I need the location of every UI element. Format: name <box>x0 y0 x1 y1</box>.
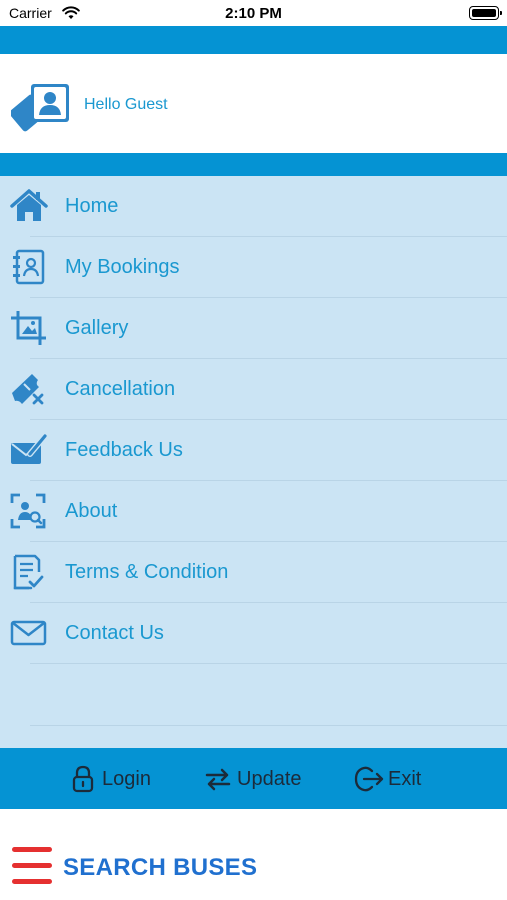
exit-label: Exit <box>388 768 422 790</box>
greeting-text: Hello Guest <box>84 96 168 113</box>
gallery-icon <box>10 310 48 346</box>
menu-item-about[interactable]: About <box>0 481 507 542</box>
swap-arrows-icon <box>205 768 231 791</box>
menu-item-cancellation[interactable]: Cancellation <box>0 359 507 420</box>
about-icon <box>10 493 48 529</box>
search-buses-title[interactable]: SEARCH BUSES <box>63 854 257 882</box>
search-section: SEARCH BUSES <box>0 809 507 900</box>
login-label: Login <box>102 768 151 790</box>
exit-icon <box>354 766 384 792</box>
status-bar: Carrier 2:10 PM <box>0 0 507 26</box>
profile-header: Hello Guest <box>0 54 507 153</box>
menu-item-label: Cancellation <box>65 378 176 400</box>
menu-separator <box>30 663 507 664</box>
menu-item-label: Gallery <box>65 317 129 339</box>
lock-icon <box>72 765 94 793</box>
menu-item-label: Terms & Condition <box>65 561 229 583</box>
menu-item-label: Contact Us <box>65 622 164 644</box>
bookings-icon <box>10 249 48 285</box>
battery-icon <box>469 6 502 20</box>
menu-item-label: Home <box>65 195 119 217</box>
menu-item-label: About <box>65 500 118 522</box>
menu-item-label: Feedback Us <box>65 439 183 461</box>
hamburger-icon[interactable] <box>12 847 52 885</box>
mail-icon <box>10 615 48 651</box>
menu-item-home[interactable]: Home <box>0 176 507 237</box>
update-button[interactable]: Update <box>204 765 310 793</box>
menu-item-my-bookings[interactable]: My Bookings <box>0 237 507 298</box>
home-icon <box>10 188 48 224</box>
menu-item-label: My Bookings <box>65 256 180 278</box>
exit-button[interactable]: Exit <box>354 765 430 793</box>
menu-item-contact-us[interactable]: Contact Us <box>0 603 507 664</box>
header-bar <box>0 26 507 54</box>
terms-icon <box>10 554 48 590</box>
feedback-icon <box>10 432 48 468</box>
clock: 2:10 PM <box>225 5 282 22</box>
menu-item-feedback-us[interactable]: Feedback Us <box>0 420 507 481</box>
cancel-ticket-icon <box>10 371 48 407</box>
update-label: Update <box>237 768 302 790</box>
profile-divider-bar <box>0 153 507 176</box>
bottom-action-bar: Login Update Exit <box>0 748 507 809</box>
menu-item-gallery[interactable]: Gallery <box>0 298 507 359</box>
menu-item-terms-condition[interactable]: Terms & Condition <box>0 542 507 603</box>
login-button[interactable]: Login <box>72 765 158 793</box>
side-menu: Home My Bookings Gallery Cancellation Fe… <box>0 176 507 748</box>
user-card-icon <box>9 82 73 136</box>
menu-separator <box>30 725 507 726</box>
